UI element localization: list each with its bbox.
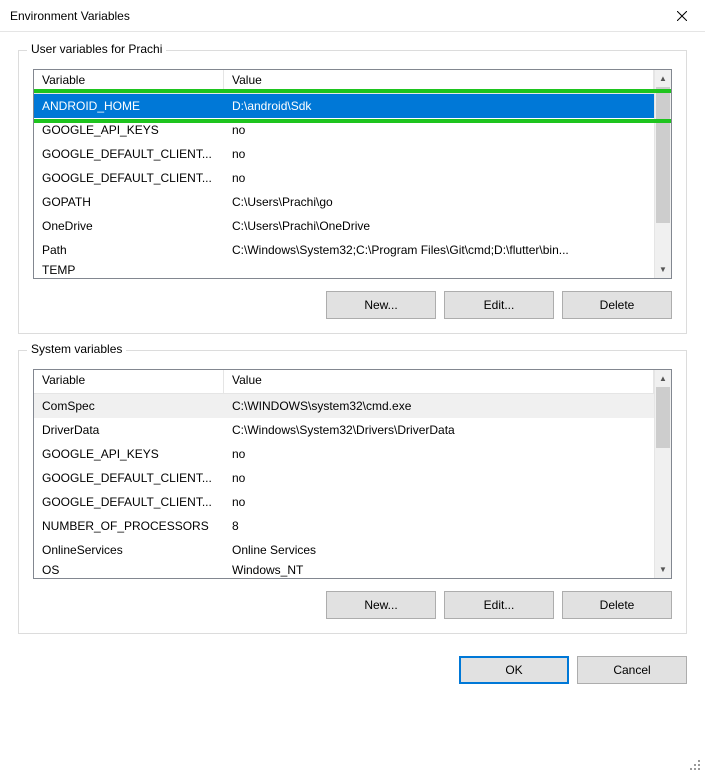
ok-button[interactable]: OK (459, 656, 569, 684)
close-icon (677, 11, 687, 21)
user-delete-button[interactable]: Delete (562, 291, 672, 319)
user-new-button[interactable]: New... (326, 291, 436, 319)
system-table-header: Variable Value (34, 370, 654, 394)
scroll-thumb[interactable] (656, 387, 670, 448)
system-variables-group: System variables Variable Value ComSpecC… (18, 350, 687, 634)
user-variables-group: User variables for Prachi Variable Value… (18, 50, 687, 334)
table-row[interactable]: OneDriveC:\Users\Prachi\OneDrive (34, 214, 654, 238)
table-row[interactable]: DriverDataC:\Windows\System32\Drivers\Dr… (34, 418, 654, 442)
table-row[interactable]: GOOGLE_API_KEYSno (34, 442, 654, 466)
user-table-body: ANDROID_HOMED:\android\Sdk GOOGLE_API_KE… (34, 94, 654, 278)
table-row[interactable]: GOOGLE_DEFAULT_CLIENT...no (34, 142, 654, 166)
table-row[interactable]: GOPATHC:\Users\Prachi\go (34, 190, 654, 214)
scroll-thumb[interactable] (656, 87, 670, 223)
user-button-row: New... Edit... Delete (33, 291, 672, 319)
scroll-up-icon[interactable]: ▲ (655, 70, 671, 87)
system-col-value[interactable]: Value (224, 370, 654, 393)
system-delete-button[interactable]: Delete (562, 591, 672, 619)
system-new-button[interactable]: New... (326, 591, 436, 619)
system-table-body: ComSpecC:\WINDOWS\system32\cmd.exe Drive… (34, 394, 654, 578)
user-table-header: Variable Value (34, 70, 654, 94)
window-title: Environment Variables (10, 9, 130, 23)
dialog-footer: OK Cancel (0, 650, 705, 698)
dialog-content: User variables for Prachi Variable Value… (0, 32, 705, 634)
system-scrollbar[interactable]: ▲ ▼ (654, 370, 671, 578)
table-row[interactable]: GOOGLE_DEFAULT_CLIENT...no (34, 166, 654, 190)
resize-grip[interactable] (688, 758, 702, 772)
user-variables-table[interactable]: Variable Value ANDROID_HOMED:\android\Sd… (33, 69, 672, 279)
user-scrollbar[interactable]: ▲ ▼ (654, 70, 671, 278)
scroll-down-icon[interactable]: ▼ (655, 561, 671, 578)
system-edit-button[interactable]: Edit... (444, 591, 554, 619)
system-col-variable[interactable]: Variable (34, 370, 224, 393)
table-row[interactable]: GOOGLE_DEFAULT_CLIENT...no (34, 490, 654, 514)
system-variables-label: System variables (27, 342, 126, 356)
user-variables-label: User variables for Prachi (27, 42, 166, 56)
table-row[interactable]: GOOGLE_DEFAULT_CLIENT...no (34, 466, 654, 490)
system-variables-table[interactable]: Variable Value ComSpecC:\WINDOWS\system3… (33, 369, 672, 579)
table-row[interactable]: PathC:\Windows\System32;C:\Program Files… (34, 238, 654, 262)
user-edit-button[interactable]: Edit... (444, 291, 554, 319)
table-row[interactable]: OnlineServicesOnline Services (34, 538, 654, 562)
table-row[interactable]: ANDROID_HOMED:\android\Sdk (34, 94, 654, 118)
table-row[interactable]: ComSpecC:\WINDOWS\system32\cmd.exe (34, 394, 654, 418)
cancel-button[interactable]: Cancel (577, 656, 687, 684)
user-col-variable[interactable]: Variable (34, 70, 224, 93)
titlebar: Environment Variables (0, 0, 705, 32)
scroll-up-icon[interactable]: ▲ (655, 370, 671, 387)
table-row[interactable]: OSWindows_NT (34, 562, 654, 578)
table-row[interactable]: TEMP (34, 262, 654, 278)
table-row[interactable]: NUMBER_OF_PROCESSORS8 (34, 514, 654, 538)
system-button-row: New... Edit... Delete (33, 591, 672, 619)
resize-grip-icon (688, 758, 702, 772)
scroll-down-icon[interactable]: ▼ (655, 261, 671, 278)
close-button[interactable] (659, 0, 705, 32)
user-col-value[interactable]: Value (224, 70, 654, 93)
table-row[interactable]: GOOGLE_API_KEYSno (34, 118, 654, 142)
